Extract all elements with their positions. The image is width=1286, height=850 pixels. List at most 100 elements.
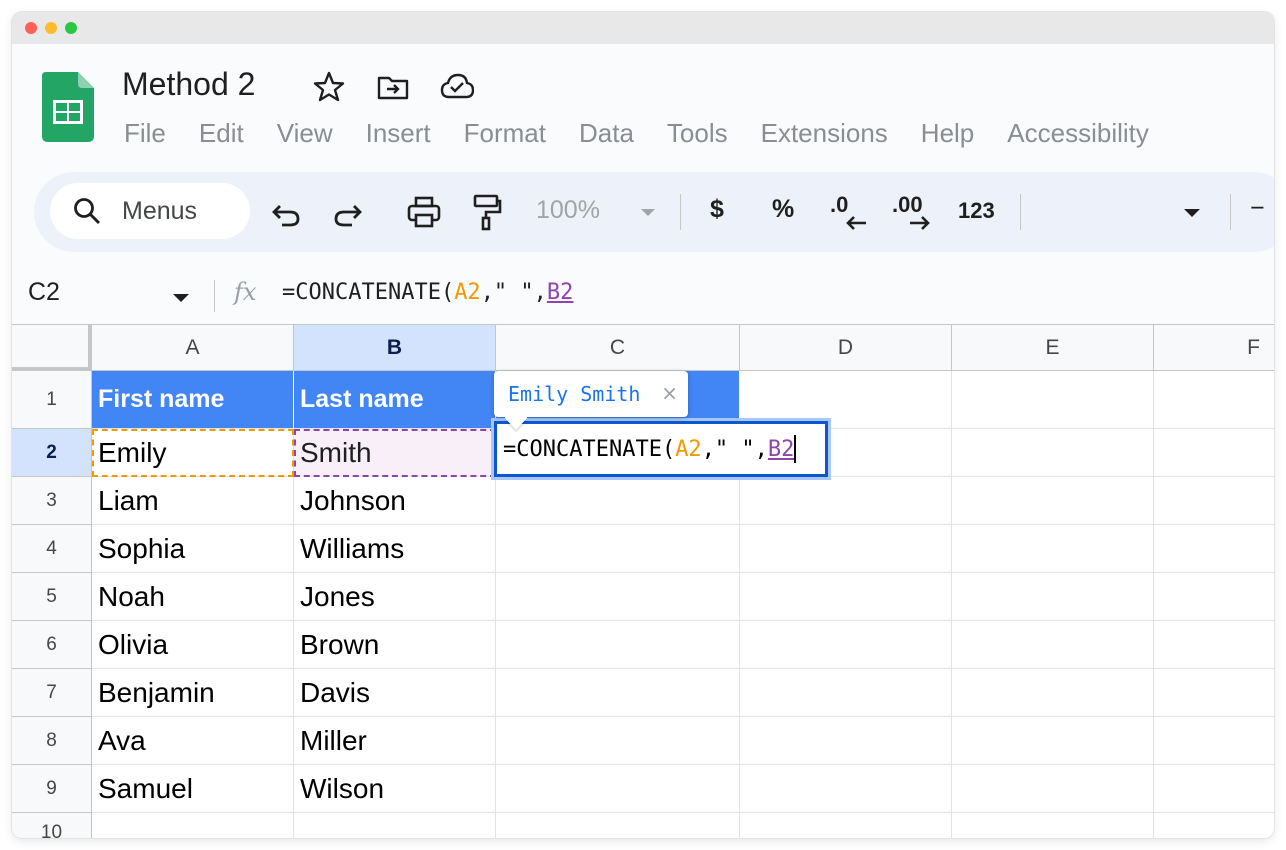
column-header-a[interactable]: A <box>92 325 294 371</box>
cell-e2[interactable] <box>952 429 1154 477</box>
sheets-logo-icon[interactable] <box>42 72 94 142</box>
menu-view[interactable]: View <box>277 116 333 150</box>
cell-f5[interactable] <box>1154 573 1274 621</box>
cell-b7[interactable]: Davis <box>294 669 496 717</box>
font-dropdown-icon[interactable] <box>1172 192 1212 232</box>
cell-d3[interactable] <box>740 477 952 525</box>
menu-accessibility[interactable]: Accessibility <box>1007 116 1149 150</box>
cell-a4[interactable]: Sophia <box>92 525 294 573</box>
cell-a6[interactable]: Olivia <box>92 621 294 669</box>
zoom-level[interactable]: 100% <box>536 196 600 225</box>
column-header-c[interactable]: C <box>496 325 740 371</box>
select-all-corner[interactable] <box>12 325 92 371</box>
redo-icon[interactable] <box>328 192 368 232</box>
cell-a10[interactable] <box>92 813 294 838</box>
cell-c6[interactable] <box>496 621 740 669</box>
cell-b9[interactable]: Wilson <box>294 765 496 813</box>
cell-b6[interactable]: Brown <box>294 621 496 669</box>
cell-c4[interactable] <box>496 525 740 573</box>
cell-c8[interactable] <box>496 717 740 765</box>
menu-tools[interactable]: Tools <box>667 116 728 150</box>
menu-file[interactable]: File <box>124 116 166 150</box>
cell-e4[interactable] <box>952 525 1154 573</box>
menu-data[interactable]: Data <box>579 116 634 150</box>
cell-e6[interactable] <box>952 621 1154 669</box>
cell-f7[interactable] <box>1154 669 1274 717</box>
move-to-folder-icon[interactable] <box>376 70 410 104</box>
cell-editor-c2[interactable]: =CONCATENATE(A2 ," ", B2 <box>494 421 828 477</box>
cell-d6[interactable] <box>740 621 952 669</box>
decrease-decimal-button[interactable]: .0 <box>830 188 874 236</box>
cell-d5[interactable] <box>740 573 952 621</box>
column-header-e[interactable]: E <box>952 325 1154 371</box>
cell-f1[interactable] <box>1154 371 1274 429</box>
cell-c10[interactable] <box>496 813 740 838</box>
cell-e8[interactable] <box>952 717 1154 765</box>
row-header-4[interactable]: 4 <box>12 525 92 573</box>
star-icon[interactable] <box>312 70 346 104</box>
more-formats-button[interactable]: 123 <box>958 198 995 224</box>
row-header-9[interactable]: 9 <box>12 765 92 813</box>
row-header-1[interactable]: 1 <box>12 371 92 429</box>
formula-input[interactable]: =CONCATENATE(A2," ",B2 <box>282 280 573 305</box>
menu-format[interactable]: Format <box>464 116 546 150</box>
cell-e5[interactable] <box>952 573 1154 621</box>
minimize-window-button[interactable] <box>45 22 57 34</box>
column-header-f[interactable]: F <box>1154 325 1274 371</box>
cell-a1[interactable]: First name <box>92 371 294 429</box>
paint-format-icon[interactable] <box>466 192 506 232</box>
cell-f10[interactable] <box>1154 813 1274 838</box>
search-menus-button[interactable]: Menus <box>50 183 250 239</box>
cell-b1[interactable]: Last name <box>294 371 496 429</box>
decrease-font-size-button[interactable]: − <box>1250 194 1265 223</box>
cell-d9[interactable] <box>740 765 952 813</box>
cell-c9[interactable] <box>496 765 740 813</box>
cell-b10[interactable] <box>294 813 496 838</box>
cell-a3[interactable]: Liam <box>92 477 294 525</box>
row-header-10[interactable]: 10 <box>12 813 92 838</box>
cell-f3[interactable] <box>1154 477 1274 525</box>
document-title[interactable]: Method 2 <box>122 64 255 104</box>
close-preview-icon[interactable]: × <box>661 381 678 405</box>
row-header-3[interactable]: 3 <box>12 477 92 525</box>
menu-edit[interactable]: Edit <box>199 116 244 150</box>
cell-d7[interactable] <box>740 669 952 717</box>
print-icon[interactable] <box>404 192 444 232</box>
cell-b3[interactable]: Johnson <box>294 477 496 525</box>
name-box[interactable]: C2 <box>28 278 60 307</box>
currency-format-button[interactable]: $ <box>710 195 724 224</box>
cell-e9[interactable] <box>952 765 1154 813</box>
column-header-d[interactable]: D <box>740 325 952 371</box>
menu-extensions[interactable]: Extensions <box>761 116 888 150</box>
cell-e1[interactable] <box>952 371 1154 429</box>
row-header-8[interactable]: 8 <box>12 717 92 765</box>
cell-c3[interactable] <box>496 477 740 525</box>
increase-decimal-button[interactable]: .00 <box>892 188 940 236</box>
cell-e7[interactable] <box>952 669 1154 717</box>
row-header-6[interactable]: 6 <box>12 621 92 669</box>
menu-insert[interactable]: Insert <box>366 116 431 150</box>
cell-a9[interactable]: Samuel <box>92 765 294 813</box>
undo-icon[interactable] <box>266 192 306 232</box>
cell-a7[interactable]: Benjamin <box>92 669 294 717</box>
column-header-b[interactable]: B <box>294 325 496 371</box>
cell-a8[interactable]: Ava <box>92 717 294 765</box>
menu-help[interactable]: Help <box>921 116 974 150</box>
zoom-dropdown-icon[interactable] <box>628 192 668 232</box>
name-box-dropdown-icon[interactable] <box>170 286 192 308</box>
cell-f6[interactable] <box>1154 621 1274 669</box>
cell-f8[interactable] <box>1154 717 1274 765</box>
cell-b5[interactable]: Jones <box>294 573 496 621</box>
maximize-window-button[interactable] <box>65 22 77 34</box>
close-window-button[interactable] <box>25 22 37 34</box>
cell-b4[interactable]: Williams <box>294 525 496 573</box>
percent-format-button[interactable]: % <box>772 195 794 224</box>
cell-e10[interactable] <box>952 813 1154 838</box>
cell-f2[interactable] <box>1154 429 1274 477</box>
cell-c7[interactable] <box>496 669 740 717</box>
cell-d4[interactable] <box>740 525 952 573</box>
row-header-2[interactable]: 2 <box>12 429 92 477</box>
row-header-5[interactable]: 5 <box>12 573 92 621</box>
cell-c5[interactable] <box>496 573 740 621</box>
cell-f4[interactable] <box>1154 525 1274 573</box>
